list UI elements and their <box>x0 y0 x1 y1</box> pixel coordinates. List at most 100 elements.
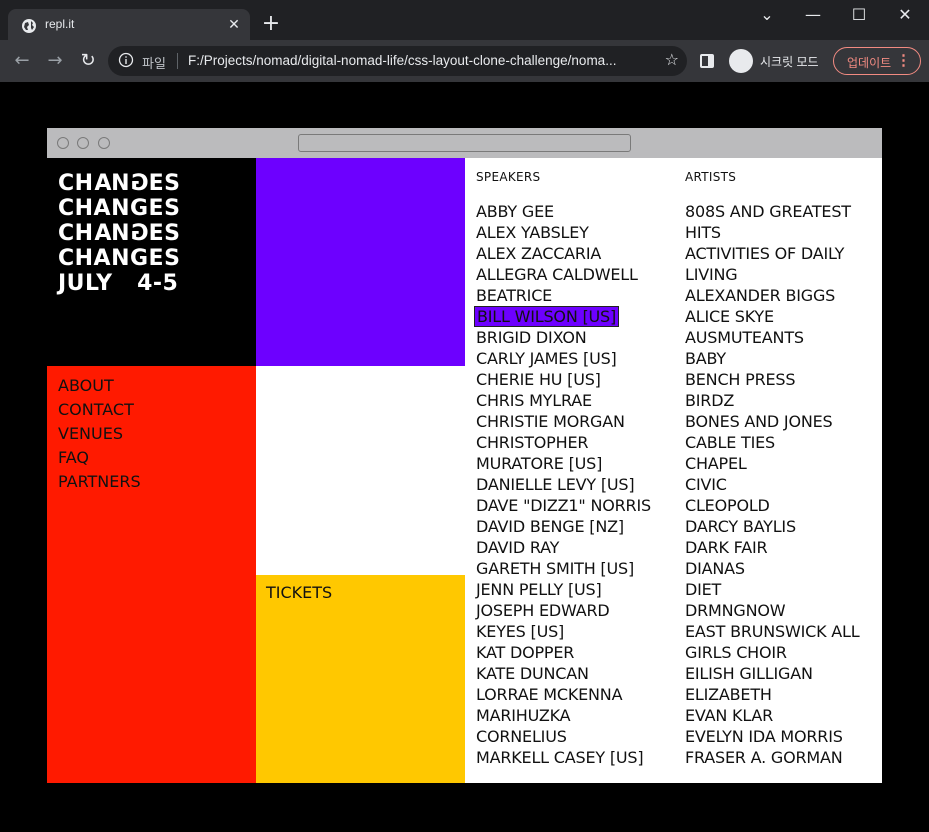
artist-list-item[interactable]: EVELYN IDA MORRIS <box>685 726 880 747</box>
speakers-column: SPEAKERS ABBY GEE ALEX YABSLEY ALEX ZACCAR… <box>474 170 671 768</box>
tab-search-icon[interactable]: ⌄ <box>744 0 790 32</box>
artist-list-item[interactable]: DIET <box>685 579 880 600</box>
menu-dots-icon: ⋮ <box>896 52 911 69</box>
bookmark-star-icon[interactable]: ☆ <box>665 50 679 69</box>
reload-icon[interactable]: ↻ <box>75 48 101 74</box>
artist-list-item[interactable]: CABLE TIES <box>685 432 880 453</box>
menu-item-contact[interactable]: CONTACT <box>58 398 141 422</box>
speaker-list-item[interactable]: KAT DOPPER <box>476 642 671 663</box>
artist-list-item[interactable]: DIANAS <box>685 558 880 579</box>
browser-titlebar: repl.it ✕ + ⌄ — ☐ ✕ <box>0 0 929 42</box>
speaker-list-item[interactable]: BILL WILSON [US] <box>474 306 620 327</box>
artist-list-item[interactable]: CHAPEL <box>685 453 880 474</box>
menu-item-partners[interactable]: PARTNERS <box>58 470 141 494</box>
artist-list-item[interactable]: ACTIVITIES OF DAILY <box>685 243 880 264</box>
artist-list-item[interactable]: BIRDZ <box>685 390 880 411</box>
update-label: 업데이트 <box>847 56 892 70</box>
artist-list-item[interactable]: DARCY BAYLIS <box>685 516 880 537</box>
artist-list-item[interactable]: 808S AND GREATEST <box>685 201 880 222</box>
menu-item-about[interactable]: ABOUT <box>58 374 141 398</box>
menu-item-faq[interactable]: FAQ <box>58 446 141 470</box>
mock-browser-bar <box>47 128 882 158</box>
speaker-list-item[interactable]: CHRISTIE MORGAN <box>476 411 671 432</box>
artist-list-item[interactable]: ALEXANDER BIGGS <box>685 285 880 306</box>
incognito-icon[interactable] <box>729 49 753 73</box>
artist-list-item[interactable]: AUSMUTEANTS <box>685 327 880 348</box>
speaker-list-item[interactable]: JOSEPH EDWARD <box>476 600 671 621</box>
artist-list-item[interactable]: EVAN KLAR <box>685 705 880 726</box>
speaker-list-item[interactable]: BRIGID DIXON <box>476 327 671 348</box>
logo-line-flipped: CHANGES <box>58 171 181 196</box>
speaker-list-item[interactable]: MARIHUZKA <box>476 705 671 726</box>
speaker-list-item[interactable]: ABBY GEE <box>476 201 671 222</box>
speaker-list-item[interactable]: BEATRICE <box>476 285 671 306</box>
speaker-list-item[interactable]: KATE DUNCAN <box>476 663 671 684</box>
artist-list-item[interactable]: HITS <box>685 222 880 243</box>
purple-block <box>256 158 465 366</box>
artists-list: 808S AND GREATEST HITS ACTIVITIES OF DAILY… <box>685 201 880 768</box>
speaker-list-item[interactable]: ALEX YABSLEY <box>476 222 671 243</box>
speaker-list-item[interactable]: KEYES [US] <box>476 621 671 642</box>
tab-title: repl.it <box>45 17 75 31</box>
main-menu: ABOUT CONTACT VENUES FAQ PARTNERS <box>58 374 141 494</box>
info-icon[interactable] <box>118 52 134 68</box>
minimize-button[interactable]: — <box>790 0 836 32</box>
update-button[interactable]: 업데이트 ⋮ <box>833 47 921 75</box>
back-arrow-icon[interactable]: ← <box>9 48 35 74</box>
close-tab-icon[interactable]: ✕ <box>224 15 244 35</box>
speaker-list-item[interactable]: DAVID RAY <box>476 537 671 558</box>
logo-line-flipped: CHANGES <box>58 221 181 246</box>
artist-list-item[interactable]: DARK FAIR <box>685 537 880 558</box>
artists-column: ARTISTS 808S AND GREATEST HITS ACTIVITIES … <box>685 170 880 768</box>
artist-list-item[interactable]: FRASER A. GORMAN <box>685 747 880 768</box>
speaker-list-item[interactable]: CHRIS MYLRAE <box>476 390 671 411</box>
logo-cell: CHANGES CHANGES CHANGES CHANGES JULY 4-5 <box>47 158 256 366</box>
speaker-list-item[interactable]: MURATORE [US] <box>476 453 671 474</box>
speaker-list-item[interactable]: ALLEGRA CALDWELL <box>476 264 671 285</box>
forward-arrow-icon[interactable]: → <box>42 48 68 74</box>
artist-list-item[interactable]: BENCH PRESS <box>685 369 880 390</box>
artist-list-item[interactable]: EAST BRUNSWICK ALL <box>685 621 880 642</box>
speaker-list-item[interactable]: CORNELIUS <box>476 726 671 747</box>
speaker-list-item[interactable]: JENN PELLY [US] <box>476 579 671 600</box>
site-logo[interactable]: CHANGES CHANGES CHANGES CHANGES JULY 4-5 <box>58 171 180 296</box>
tickets-link[interactable]: TICKETS <box>266 583 332 602</box>
speaker-list-item[interactable]: MARKELL CASEY [US] <box>476 747 671 768</box>
address-bar[interactable]: 파일 F:/Projects/nomad/digital-nomad-life/… <box>108 46 687 76</box>
globe-icon <box>22 19 36 33</box>
new-tab-button[interactable]: + <box>258 12 284 38</box>
mock-dot-icon <box>77 137 89 149</box>
event-date: JULY 4-5 <box>58 271 179 296</box>
nav-cell: ABOUT CONTACT VENUES FAQ PARTNERS <box>47 366 256 783</box>
speaker-list-item[interactable]: CARLY JAMES [US] <box>476 348 671 369</box>
artists-heading: ARTISTS <box>685 170 737 184</box>
artist-list-item[interactable]: ELIZABETH <box>685 684 880 705</box>
artist-list-item[interactable]: DRMNGNOW <box>685 600 880 621</box>
artist-list-item[interactable]: LIVING <box>685 264 880 285</box>
incognito-label[interactable]: 시크릿 모드 <box>760 53 819 70</box>
artist-list-item[interactable]: ALICE SKYE <box>685 306 880 327</box>
url-text[interactable]: F:/Projects/nomad/digital-nomad-life/css… <box>188 53 658 68</box>
speaker-list-item[interactable]: CHRISTOPHER <box>476 432 671 453</box>
artist-list-item[interactable]: CIVIC <box>685 474 880 495</box>
side-panel-icon[interactable] <box>700 54 714 68</box>
speaker-list-item[interactable]: DAVE "DIZZ1" NORRIS <box>476 495 671 516</box>
speaker-list-item[interactable]: LORRAE MCKENNA <box>476 684 671 705</box>
speaker-list-item[interactable]: ALEX ZACCARIA <box>476 243 671 264</box>
speaker-list-item[interactable]: CHERIE HU [US] <box>476 369 671 390</box>
layout-grid: CHANGES CHANGES CHANGES CHANGES JULY 4-5… <box>47 158 882 783</box>
artist-list-item[interactable]: EILISH GILLIGAN <box>685 663 880 684</box>
artist-list-item[interactable]: BONES AND JONES <box>685 411 880 432</box>
artist-list-item[interactable]: CLEOPOLD <box>685 495 880 516</box>
speaker-list-item[interactable]: GARETH SMITH [US] <box>476 558 671 579</box>
speaker-list-item[interactable]: DAVID BENGE [NZ] <box>476 516 671 537</box>
maximize-button[interactable]: ☐ <box>836 0 882 32</box>
speaker-list-item[interactable]: DANIELLE LEVY [US] <box>476 474 671 495</box>
artist-list-item[interactable]: GIRLS CHOIR <box>685 642 880 663</box>
file-scheme-label: 파일 <box>142 56 166 71</box>
menu-item-venues[interactable]: VENUES <box>58 422 141 446</box>
browser-tab[interactable]: repl.it ✕ <box>8 9 250 42</box>
close-window-button[interactable]: ✕ <box>882 0 928 32</box>
omnibox-divider <box>177 53 178 69</box>
artist-list-item[interactable]: BABY <box>685 348 880 369</box>
